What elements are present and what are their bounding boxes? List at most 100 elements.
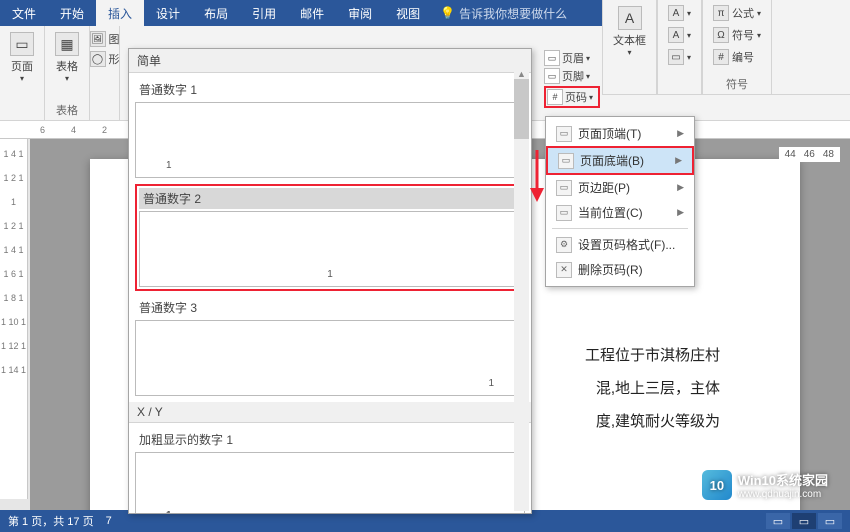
page-number-submenu: ▭ 页面顶端(T) ▶ ▭ 页面底端(B) ▶ ▭ 页边距(P) ▶ ▭ 当前位… [545,116,695,287]
scroll-up-icon[interactable]: ▲ [514,69,529,79]
ribbon-group-symbols: π公式▾ Ω符号▾ #编号 符号 [702,0,772,94]
ruler-tick: 1 [11,197,16,207]
gallery-preview: 1 [135,102,525,178]
gallery-item-plain-3[interactable]: 普通数字 3 1 [135,297,525,396]
gallery-preview: 1 [135,452,525,513]
ruler-tick: 1 6 1 [3,269,23,279]
pagenumber-button[interactable]: #页码▾ [544,86,600,108]
page-icon: ▭ [10,32,34,56]
gallery-scrollbar[interactable]: ▲ [514,69,529,511]
tab-references[interactable]: 引用 [240,0,288,26]
chevron-down-icon: ▾ [627,48,631,57]
footer-button[interactable]: ▭页脚▾ [544,68,600,84]
zhihu-watermark: 知乎 @VIEWEL [559,465,720,494]
tab-design[interactable]: 设计 [144,0,192,26]
gallery-item-plain-1[interactable]: 普通数字 1 1 [135,79,525,178]
submenu-top-of-page[interactable]: ▭ 页面顶端(T) ▶ [546,121,694,146]
ruler-tick: 1 4 1 [3,245,23,255]
shapes-icon: ◯ [90,51,106,67]
chevron-right-icon: ▶ [677,128,684,139]
tab-layout[interactable]: 布局 [192,0,240,26]
ribbon-right: A 文本框 ▾ A▾ A▾ ▭▾ π公式▾ Ω符号▾ #编号 符号 [602,0,850,95]
page-top-icon: ▭ [556,126,572,142]
chevron-down-icon: ▾ [687,53,691,62]
table-button[interactable]: ▦ 表格 ▾ [51,30,83,85]
chevron-right-icon: ▶ [675,155,682,166]
remove-icon: ✕ [556,262,572,278]
chevron-right-icon: ▶ [677,207,684,218]
object-button[interactable]: ▭▾ [664,48,695,66]
watermark-url: www.qdhuajin.com [738,489,828,500]
symbol-button[interactable]: Ω符号▾ [709,26,765,44]
pagenumber-icon: # [547,89,563,105]
menu-separator [552,228,688,229]
vertical-ruler[interactable]: 1 4 1 1 2 1 1 1 2 1 1 4 1 1 6 1 1 8 1 1 … [0,139,28,499]
submenu-label: 页面顶端(T) [578,125,641,142]
ribbon-group-pages: ▭ 页面 ▾ [0,26,45,120]
format-icon: ⚙ [556,237,572,253]
watermark-logo: 10 [702,470,732,500]
ribbon-group-text: A 文本框 ▾ [602,0,657,94]
gallery-item-plain-2[interactable]: 普通数字 2 1 [135,184,525,291]
ruler-tick: 48 [823,149,834,160]
current-position-icon: ▭ [556,205,572,221]
tell-me-placeholder: 告诉我你想要做什么 [459,5,567,22]
submenu-label: 设置页码格式(F)... [578,236,675,253]
tab-home[interactable]: 开始 [48,0,96,26]
ruler-tick: 6 [40,125,45,135]
page-count[interactable]: 第 1 页，共 17 页 [8,513,94,529]
tables-group-label: 表格 [56,102,78,118]
textbox-button[interactable]: A 文本框 ▾ [609,4,650,59]
chevron-right-icon: ▶ [677,182,684,193]
red-arrow-annotation [527,150,547,204]
wordart-button[interactable]: A▾ [664,4,695,22]
header-icon: ▭ [544,50,560,66]
web-layout-button[interactable]: ▭ [818,513,842,529]
tab-file[interactable]: 文件 [0,0,48,26]
page-number-gallery: 简单 普通数字 1 1 普通数字 2 1 普通数字 3 1 X / Y 加粗显示… [128,48,532,514]
gallery-preview: 1 [139,211,521,287]
submenu-remove-page-numbers[interactable]: ✕ 删除页码(R) [546,257,694,282]
wordart-icon: A [668,5,684,21]
tab-view[interactable]: 视图 [384,0,432,26]
pages-button[interactable]: ▭ 页面 ▾ [6,30,38,85]
gallery-item-bold-1[interactable]: 加粗显示的数字 1 1 [135,429,525,513]
footer-icon: ▭ [544,68,560,84]
header-button[interactable]: ▭页眉▾ [544,50,600,66]
chevron-down-icon: ▾ [586,54,590,63]
submenu-label: 页边距(P) [578,179,630,196]
ruler-tick: 1 2 1 [3,221,23,231]
submenu-current-position[interactable]: ▭ 当前位置(C) ▶ [546,200,694,225]
table-label: 表格 [56,58,78,74]
submenu-format-page-numbers[interactable]: ⚙ 设置页码格式(F)... [546,232,694,257]
gallery-section-simple: 简单 [129,49,531,73]
gallery-item-label: 普通数字 2 [139,188,521,209]
equation-button[interactable]: π公式▾ [709,4,765,22]
site-watermark: 10 Win10系统家园 www.qdhuajin.com [702,470,828,500]
read-mode-button[interactable]: ▭ [766,513,790,529]
number-icon: # [713,49,729,65]
gallery-item-label: 普通数字 1 [135,79,525,100]
tell-me[interactable]: 💡 告诉我你想要做什么 [440,5,567,22]
chevron-down-icon: ▾ [687,9,691,18]
chevron-down-icon: ▾ [20,74,24,83]
tab-mailings[interactable]: 邮件 [288,0,336,26]
print-layout-button[interactable]: ▭ [792,513,816,529]
tab-insert[interactable]: 插入 [96,0,144,26]
ribbon-group-tables: ▦ 表格 ▾ 表格 [45,26,90,120]
dropcap-button[interactable]: A▾ [664,26,695,44]
submenu-page-margins[interactable]: ▭ 页边距(P) ▶ [546,175,694,200]
picture-icon: 🖼 [90,31,106,47]
tab-review[interactable]: 审阅 [336,0,384,26]
shapes-button[interactable]: ◯形 [86,50,124,68]
page-bottom-icon: ▭ [558,153,574,169]
number-button[interactable]: #编号 [709,48,765,66]
word-count[interactable]: 7 [106,515,112,527]
scrollbar-thumb[interactable] [514,79,529,139]
pictures-button[interactable]: 🖼图 [86,30,124,48]
chevron-down-icon: ▾ [687,31,691,40]
gallery-body[interactable]: 普通数字 1 1 普通数字 2 1 普通数字 3 1 X / Y 加粗显示的数字… [129,73,531,513]
submenu-bottom-of-page[interactable]: ▭ 页面底端(B) ▶ [546,146,694,175]
submenu-label: 页面底端(B) [580,152,644,169]
ruler-tick: 1 14 1 [1,365,26,375]
